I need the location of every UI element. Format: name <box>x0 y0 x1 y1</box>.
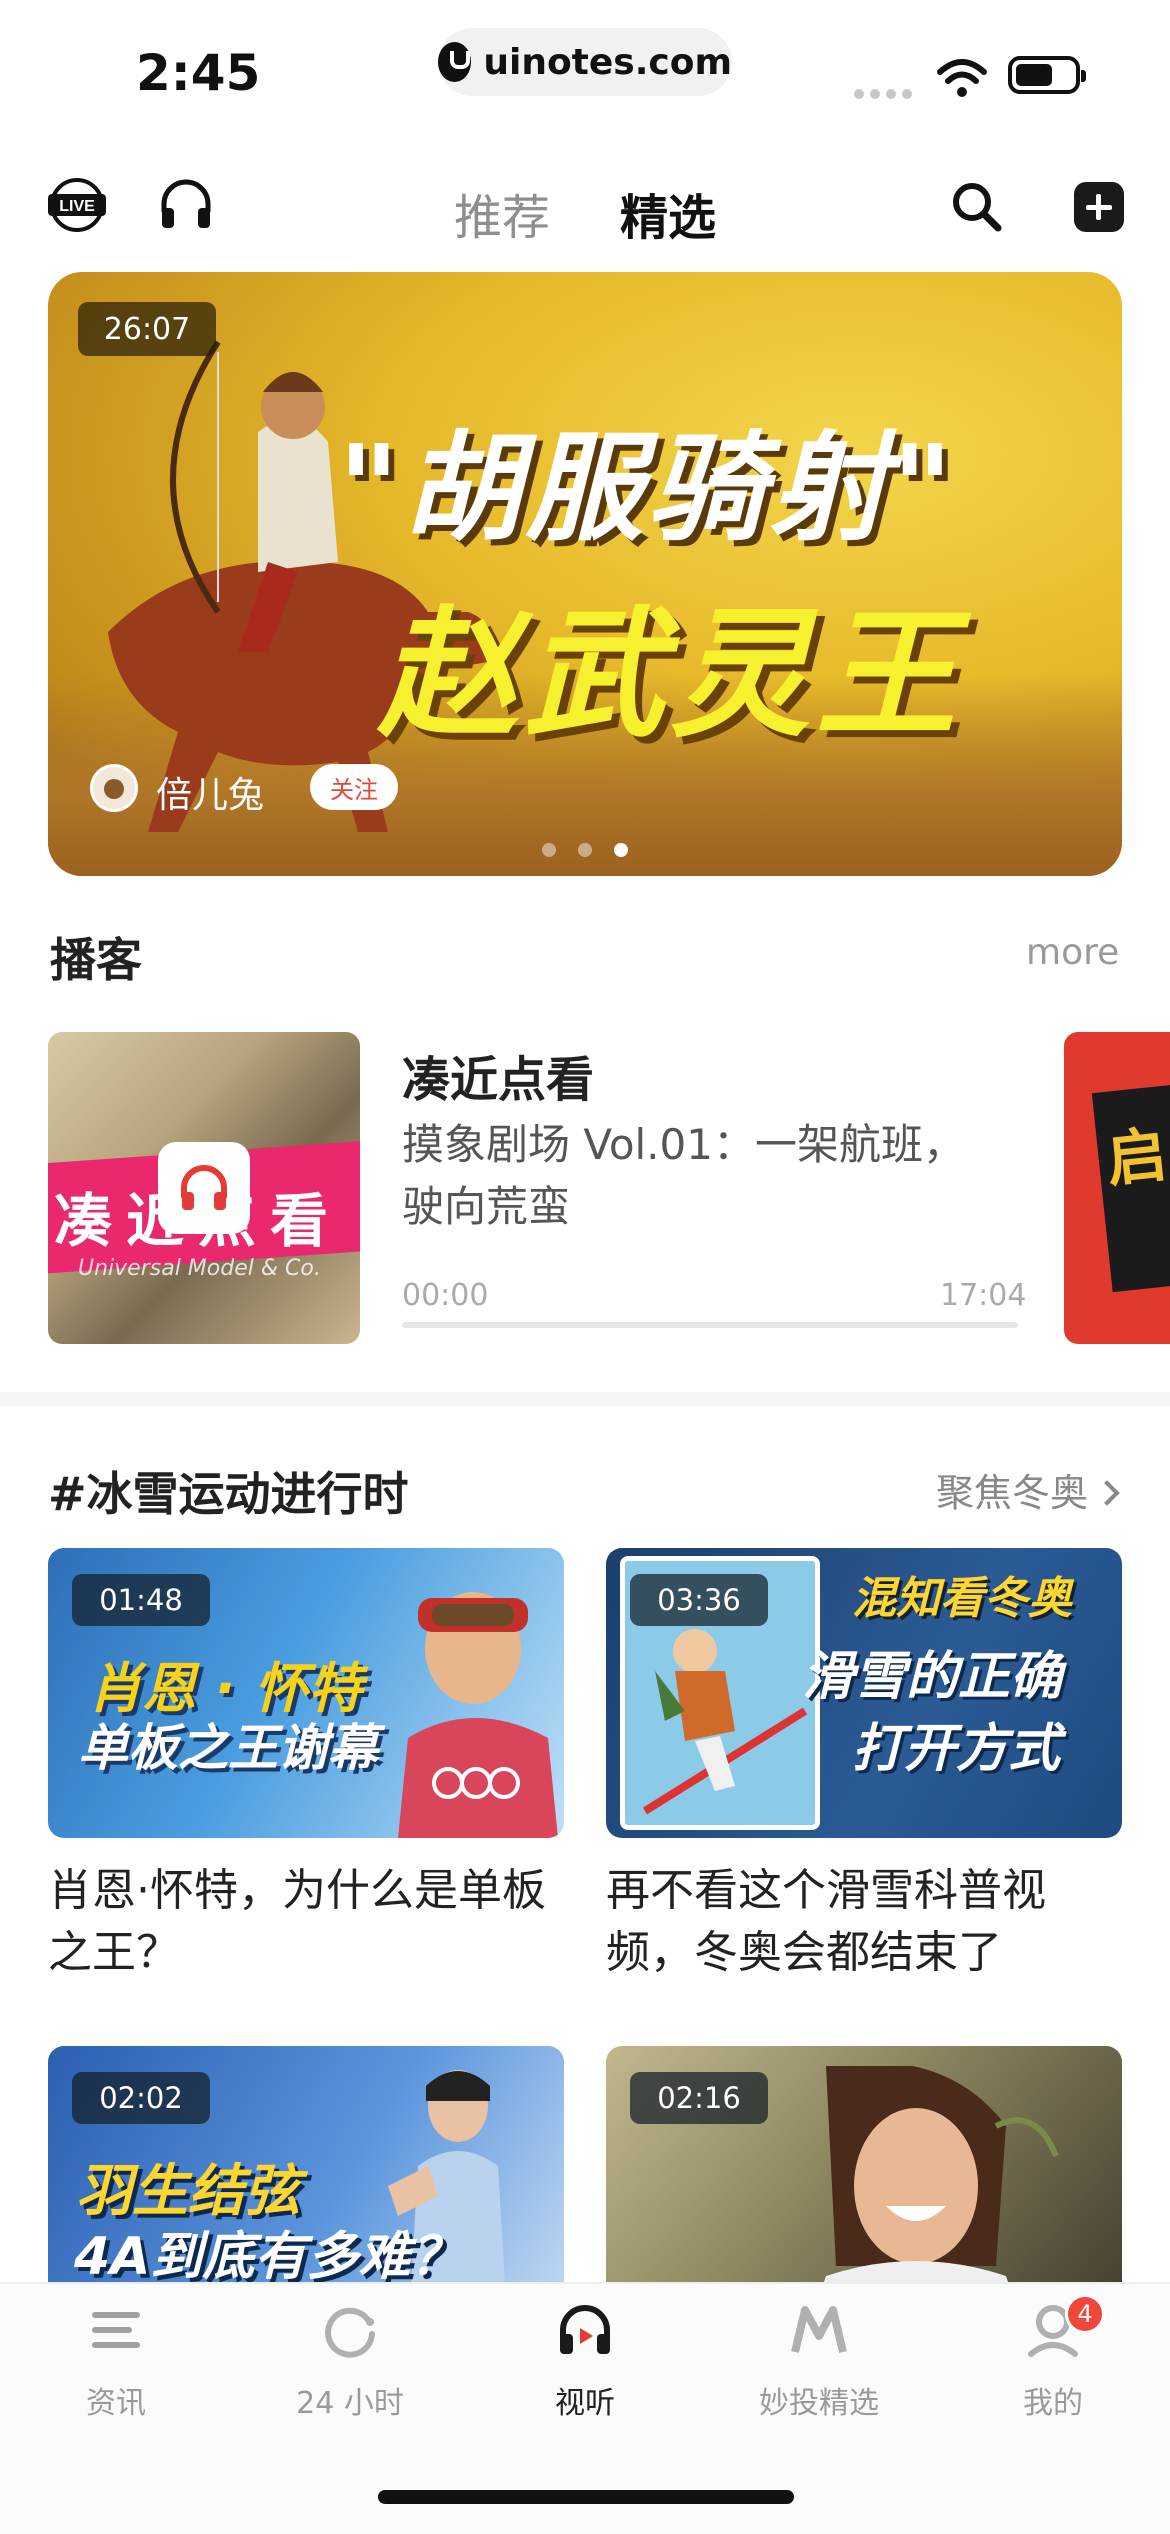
refresh-icon <box>325 2307 375 2358</box>
chevron-right-icon <box>1094 1480 1120 1506</box>
notification-badge: 4 <box>1065 2294 1105 2334</box>
author-name[interactable]: 倍儿兔 <box>156 766 264 818</box>
podcast-cover-subtext: Universal Model & Co. <box>78 1256 321 1281</box>
home-indicator[interactable] <box>378 2490 794 2504</box>
follow-button[interactable]: 关注 <box>310 764 398 810</box>
podcast-play-button[interactable] <box>158 1142 250 1234</box>
tab-label: 视听 <box>555 2386 615 2421</box>
video-card[interactable]: 肖恩 · 怀特 单板之王谢幕 01:48 <box>48 1548 564 1838</box>
hero-banner[interactable]: "胡服骑射" 赵武灵王 26:07 倍儿兔 关注 <box>48 272 1122 876</box>
more-link[interactable]: more <box>1026 932 1119 973</box>
card-thumb-subtitle-2: 打开方式 <box>852 1719 1061 1779</box>
m-logo-icon <box>791 2306 847 2353</box>
next-podcast-cover-text: 启 <box>1103 1119 1170 1196</box>
card-thumb-title: 混知看冬奥 <box>852 1573 1072 1624</box>
status-time: 2:45 <box>136 44 261 102</box>
podcast-time-end: 17:04 <box>940 1278 1027 1313</box>
next-podcast-cover[interactable]: 启 <box>1064 1032 1170 1344</box>
headphone-icon[interactable] <box>158 176 214 232</box>
hero-title: "胡服骑射" <box>338 419 957 557</box>
focus-link-label: 聚焦冬奥 <box>936 1471 1089 1515</box>
tab-label: 24 小时 <box>296 2386 404 2421</box>
card-thumb-subtitle: 4A到底有多难？ <box>74 2227 463 2287</box>
podcast-time-start: 00:00 <box>402 1278 489 1313</box>
podcast-progress-bar[interactable] <box>402 1322 1018 1328</box>
site-logo-icon <box>438 42 472 82</box>
battery-icon <box>1008 56 1086 94</box>
tab-label: 我的 <box>1023 2386 1083 2421</box>
headphone-play-icon <box>560 2305 610 2354</box>
video-duration: 02:16 <box>630 2072 768 2124</box>
video-duration: 03:36 <box>630 1574 768 1626</box>
podcast-cover[interactable]: 凑近点看 Universal Model & Co. <box>48 1032 360 1344</box>
add-icon[interactable] <box>1074 182 1124 232</box>
hero-subtitle: 赵武灵王 <box>378 594 963 757</box>
card-thumb-subtitle: 单板之王谢幕 <box>78 1719 378 1777</box>
winter-section-title: #冰雪运动进行时 <box>48 1467 409 1521</box>
url-pill[interactable]: uinotes.com <box>438 28 732 96</box>
search-icon[interactable] <box>950 180 1004 234</box>
card-thumb-subtitle: 滑雪的正确 <box>802 1647 1063 1707</box>
video-card-caption[interactable]: 再不看这个滑雪科普视频，冬奥会都结束了 <box>606 1860 1126 1984</box>
snowboarder-photo <box>398 1592 558 1838</box>
video-card-caption[interactable]: 肖恩·怀特，为什么是单板之王？ <box>48 1860 568 1984</box>
section-divider <box>0 1392 1170 1406</box>
wifi-icon <box>937 59 987 97</box>
podcast-name[interactable]: 凑近点看 <box>402 1040 594 1110</box>
svg-text:LIVE: LIVE <box>59 198 95 215</box>
tab-recommend[interactable]: 推荐 <box>454 178 550 248</box>
carousel-dots[interactable] <box>542 842 650 861</box>
url-text: uinotes.com <box>483 41 732 83</box>
live-icon[interactable]: LIVE <box>46 176 108 234</box>
cellular-signal-icon <box>854 84 918 103</box>
hero-duration: 26:07 <box>78 302 216 356</box>
video-card[interactable]: 混知看冬奥 滑雪的正确 打开方式 03:36 <box>606 1548 1122 1838</box>
author-avatar[interactable] <box>90 764 138 812</box>
tab-label: 资讯 <box>86 2386 146 2421</box>
podcast-section-title: 播客 <box>50 933 142 987</box>
video-duration: 02:02 <box>72 2072 210 2124</box>
tab-featured[interactable]: 精选 <box>620 178 716 248</box>
focus-winter-olympics-link[interactable]: 聚焦冬奥 <box>936 1462 1120 1517</box>
video-duration: 01:48 <box>72 1574 210 1626</box>
tab-label: 妙投精选 <box>759 2386 879 2421</box>
news-icon <box>92 2312 140 2348</box>
podcast-episode-title[interactable]: 摸象剧场 Vol.01：一架航班，驶向荒蛮 <box>402 1114 1002 1238</box>
headphone-play-icon <box>181 1165 227 1210</box>
